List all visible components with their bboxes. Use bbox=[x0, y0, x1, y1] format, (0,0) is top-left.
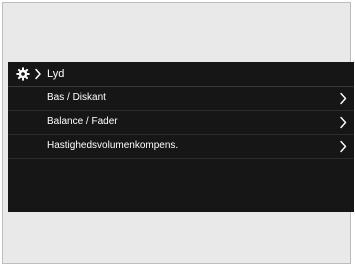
chevron-right-icon bbox=[340, 116, 347, 129]
chevron-right-icon bbox=[35, 68, 41, 80]
menu-item-balance-fader[interactable]: Balance / Fader bbox=[8, 111, 354, 135]
chevron-right-icon bbox=[340, 92, 347, 105]
menu-item-speed-volume-compensation[interactable]: Hastighedsvolumenkompens. bbox=[8, 135, 354, 159]
menu-item-bass-treble[interactable]: Bas / Diskant bbox=[8, 87, 354, 111]
menu-item-label: Balance / Fader bbox=[47, 116, 118, 127]
page-title: Lyd bbox=[47, 68, 65, 80]
menu-item-label: Hastighedsvolumenkompens. bbox=[47, 140, 179, 151]
menu-item-label: Bas / Diskant bbox=[47, 92, 106, 103]
screen-header: Lyd bbox=[8, 62, 354, 86]
settings-list: Bas / Diskant Balance / Fader Hastigheds… bbox=[8, 87, 354, 159]
chevron-right-icon bbox=[340, 140, 347, 153]
gear-icon[interactable] bbox=[16, 67, 30, 81]
audio-settings-screen: Lyd Bas / Diskant Balance / Fader Hastig… bbox=[8, 62, 354, 212]
